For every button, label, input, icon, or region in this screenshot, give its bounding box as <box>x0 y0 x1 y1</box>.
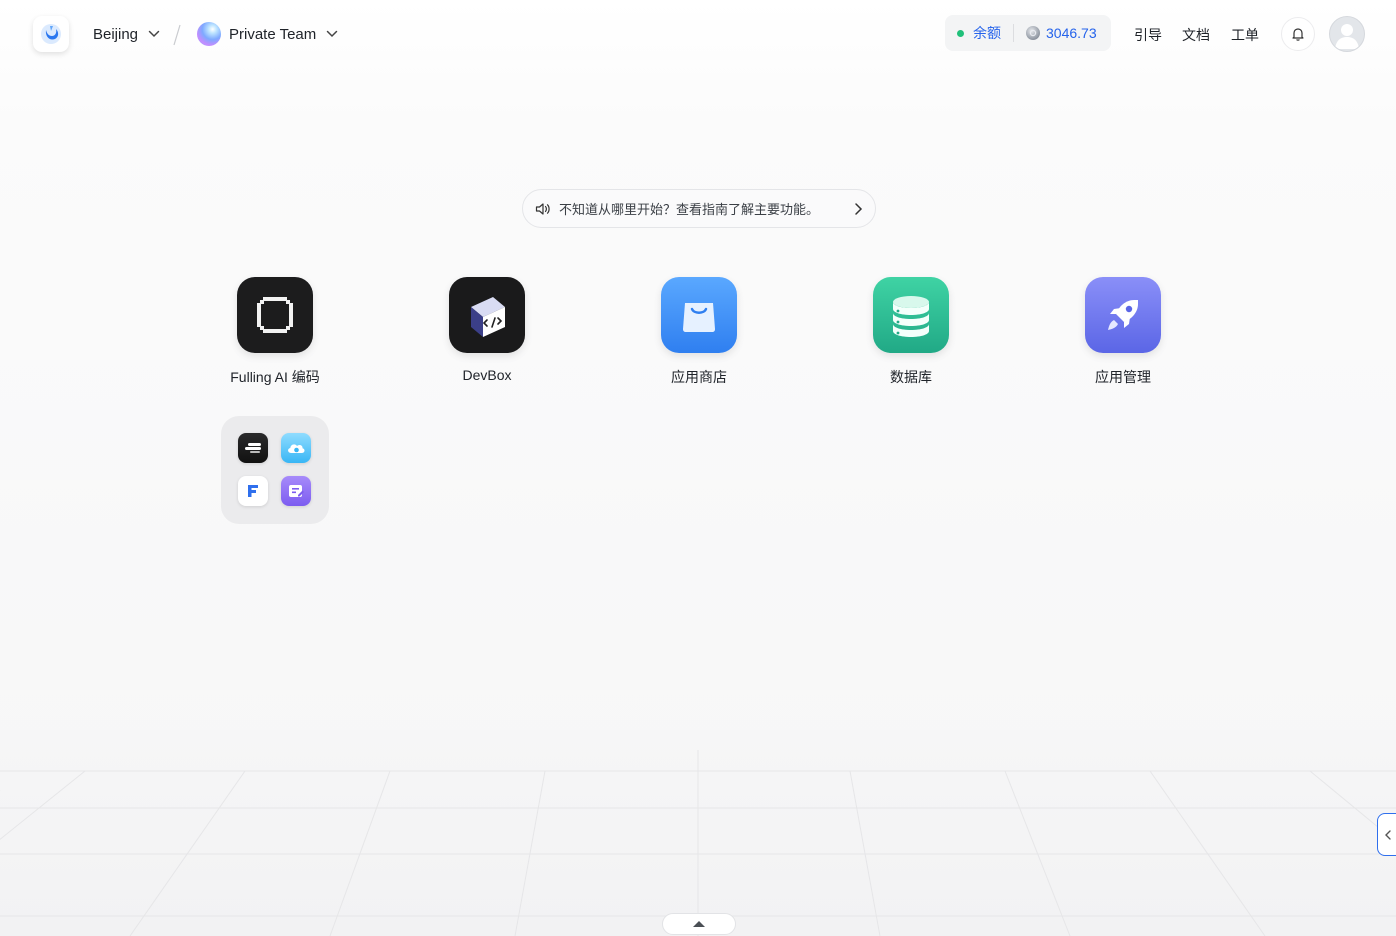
floor-grid-background <box>0 730 1396 936</box>
dock-toggle[interactable] <box>662 913 736 935</box>
nav-ticket-link[interactable]: 工单 <box>1231 25 1259 45</box>
chevron-down-icon <box>148 30 160 38</box>
chevron-right-icon <box>853 202 863 216</box>
app-store-icon <box>661 277 737 353</box>
guide-text: 不知道从哪里开始？查看指南了解主要功能。 <box>559 202 820 217</box>
terminal-app-icon <box>238 433 268 463</box>
team-selector[interactable]: Private Team <box>197 22 338 46</box>
team-avatar <box>197 22 221 46</box>
app-devbox[interactable]: DevBox <box>407 277 567 383</box>
app-label: 应用商店 <box>671 369 727 385</box>
balance-label: 余额 <box>973 25 1001 41</box>
f-app-icon <box>238 476 268 506</box>
app-fulling-ai[interactable]: Fulling AI 编码 <box>195 277 355 387</box>
app-launchpad-icon <box>1085 277 1161 353</box>
sealos-logo[interactable] <box>33 16 69 52</box>
breadcrumb-separator <box>173 24 181 46</box>
bell-icon <box>1292 28 1304 41</box>
top-bar: Beijing Private Team 余额 3046.73 引导 文档 工单 <box>0 0 1396 68</box>
app-app-launchpad[interactable]: 应用管理 <box>1043 277 1203 387</box>
database-icon <box>873 277 949 353</box>
app-label: DevBox <box>462 367 512 383</box>
coin-icon <box>1026 26 1040 40</box>
region-label: Beijing <box>93 25 139 43</box>
nav-guide-link[interactable]: 引导 <box>1134 25 1162 45</box>
app-folder[interactable] <box>221 416 329 524</box>
edit-app-icon <box>281 476 311 506</box>
side-panel-toggle[interactable] <box>1377 813 1396 856</box>
nav-docs-link[interactable]: 文档 <box>1182 25 1210 45</box>
balance-divider <box>1013 24 1014 42</box>
guide-banner[interactable]: 不知道从哪里开始？查看指南了解主要功能。 <box>522 189 876 228</box>
chevron-down-icon <box>327 30 338 38</box>
app-label: Fulling AI 编码 <box>230 369 320 385</box>
notifications-button[interactable] <box>1281 17 1315 51</box>
app-app-store[interactable]: 应用商店 <box>619 277 779 387</box>
cloud-app-icon <box>281 433 311 463</box>
desktop: Beijing Private Team 余额 3046.73 引导 文档 工单… <box>0 0 1396 936</box>
balance-value: 3046.73 <box>1046 25 1097 41</box>
region-selector[interactable]: Beijing <box>93 24 160 44</box>
chevron-left-icon <box>1385 829 1391 840</box>
app-database[interactable]: 数据库 <box>831 277 991 387</box>
team-label: Private Team <box>229 25 317 43</box>
balance-widget[interactable]: 余额 3046.73 <box>945 15 1111 51</box>
app-label: 数据库 <box>890 369 932 385</box>
user-avatar-icon <box>1335 24 1359 49</box>
user-avatar[interactable] <box>1329 16 1365 52</box>
speaker-icon <box>535 202 551 216</box>
status-dot <box>957 29 964 37</box>
caret-up-icon <box>693 921 705 927</box>
sealos-logo-icon <box>41 24 61 44</box>
fulling-ai-icon <box>237 277 313 353</box>
app-label: 应用管理 <box>1095 369 1151 385</box>
devbox-icon <box>449 277 525 353</box>
